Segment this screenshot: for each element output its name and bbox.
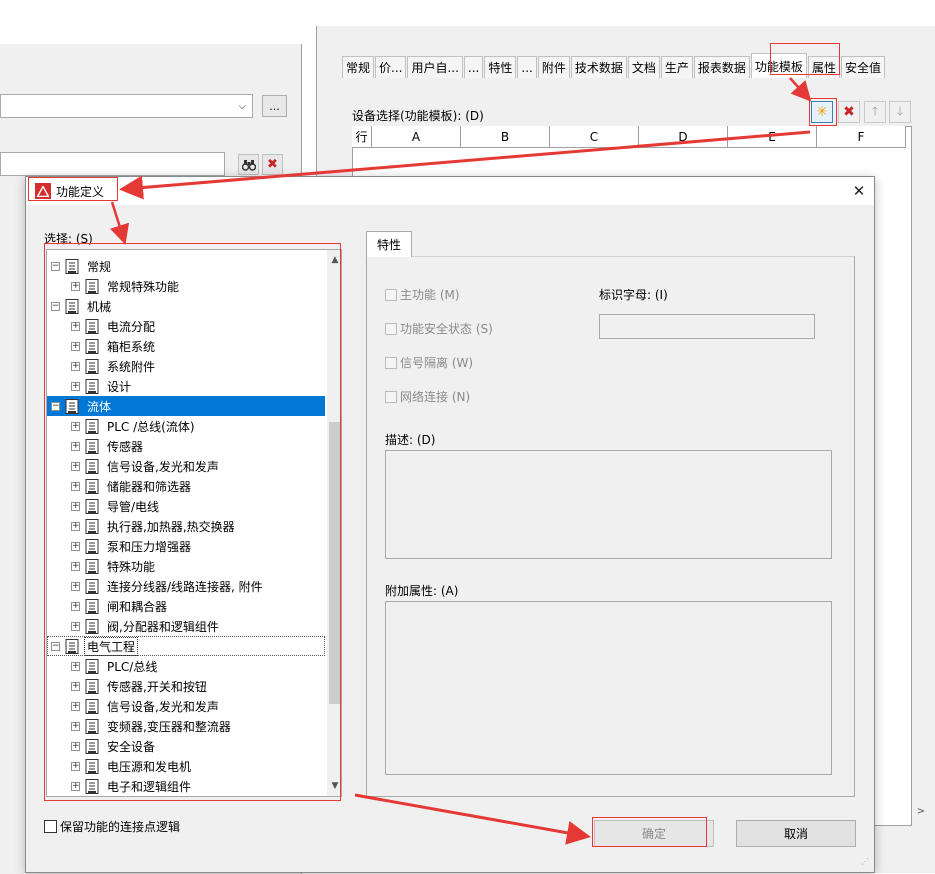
delete-row-button[interactable]: ✖ [838,101,860,123]
tab-0[interactable]: 常规 [342,56,375,78]
description-textarea[interactable] [385,450,832,559]
equipment-selection-label: 设备选择(功能模板): (D) [352,109,484,123]
grid-column-header[interactable]: E [728,126,817,148]
properties-panel: 主功能 (M) 功能安全状态 (S) 信号隔离 (W) 网络连接 (N) 标识字… [366,256,855,797]
left-combo-box[interactable]: ⌵ [0,94,253,118]
move-up-button[interactable]: 🡑 [864,101,886,123]
annotation-box-new-button [809,98,837,126]
grid-column-header[interactable]: 行 [352,126,372,148]
tab-10[interactable]: 报表数据 [693,56,750,78]
grid-column-header[interactable]: A [372,126,461,148]
extra-properties-box[interactable] [385,601,832,775]
chevron-down-icon[interactable]: ⌵ [234,97,250,115]
resize-grip-icon[interactable]: ⋰ [861,857,871,867]
tab-13[interactable]: 安全值 [840,56,885,78]
tab-1[interactable]: 价... [375,56,407,78]
find-binoculars-icon[interactable] [238,154,259,175]
move-down-button[interactable]: 🡓 [889,101,911,123]
delete-icon[interactable]: ✖ [262,154,283,175]
tab-7[interactable]: 技术数据 [570,56,627,78]
identifier-label: 标识字母: (I) [599,288,668,302]
checkbox-box[interactable] [44,820,57,833]
browse-button[interactable]: ... [262,95,287,117]
checkbox-box[interactable] [385,322,397,335]
tab-8[interactable]: 文档 [627,56,660,78]
keep-connection-logic-checkbox[interactable]: 保留功能的连接点逻辑 [44,818,180,835]
scroll-right-icon[interactable]: > [910,800,932,822]
extra-properties-label: 附加属性: (A) [385,584,459,598]
annotation-box-title [28,177,118,201]
checkbox-box[interactable] [385,288,397,301]
grid-header: 行ABCDEF [352,126,906,148]
signal-isolation-checkbox[interactable]: 信号隔离 (W) [385,354,473,371]
annotation-box-tree [44,243,341,801]
grid-column-header[interactable]: B [461,126,550,148]
main-function-checkbox[interactable]: 主功能 (M) [385,286,460,303]
arrow-down-icon: 🡓 [896,103,904,118]
description-label: 描述: (D) [385,433,436,447]
tab-5[interactable]: ... [517,56,537,78]
annotation-box-tab [770,43,840,75]
tab-2[interactable]: 用户自... [407,56,463,78]
tab-4[interactable]: 特性 [484,56,517,78]
grid-column-header[interactable]: D [639,126,728,148]
identifier-input[interactable] [599,314,815,339]
delete-icon: ✖ [843,104,855,120]
tab-3[interactable]: ... [463,56,484,78]
grid-column-header[interactable]: F [817,126,906,148]
cancel-button[interactable]: 取消 [736,820,856,847]
arrow-up-icon: 🡑 [871,103,879,118]
tab-properties[interactable]: 特性 [366,231,412,257]
dialog-titlebar[interactable]: 功能定义 ✕ [26,177,874,205]
annotation-box-ok [592,817,707,847]
grid-column-header[interactable]: C [550,126,639,148]
network-connection-checkbox[interactable]: 网络连接 (N) [385,388,470,405]
checkbox-box[interactable] [385,356,397,369]
tab-6[interactable]: 附件 [537,56,570,78]
left-filter-input[interactable] [0,152,225,176]
functional-safety-checkbox[interactable]: 功能安全状态 (S) [385,320,493,337]
tab-9[interactable]: 生产 [660,56,693,78]
checkbox-box[interactable] [385,390,397,403]
close-icon[interactable]: ✕ [849,181,869,201]
